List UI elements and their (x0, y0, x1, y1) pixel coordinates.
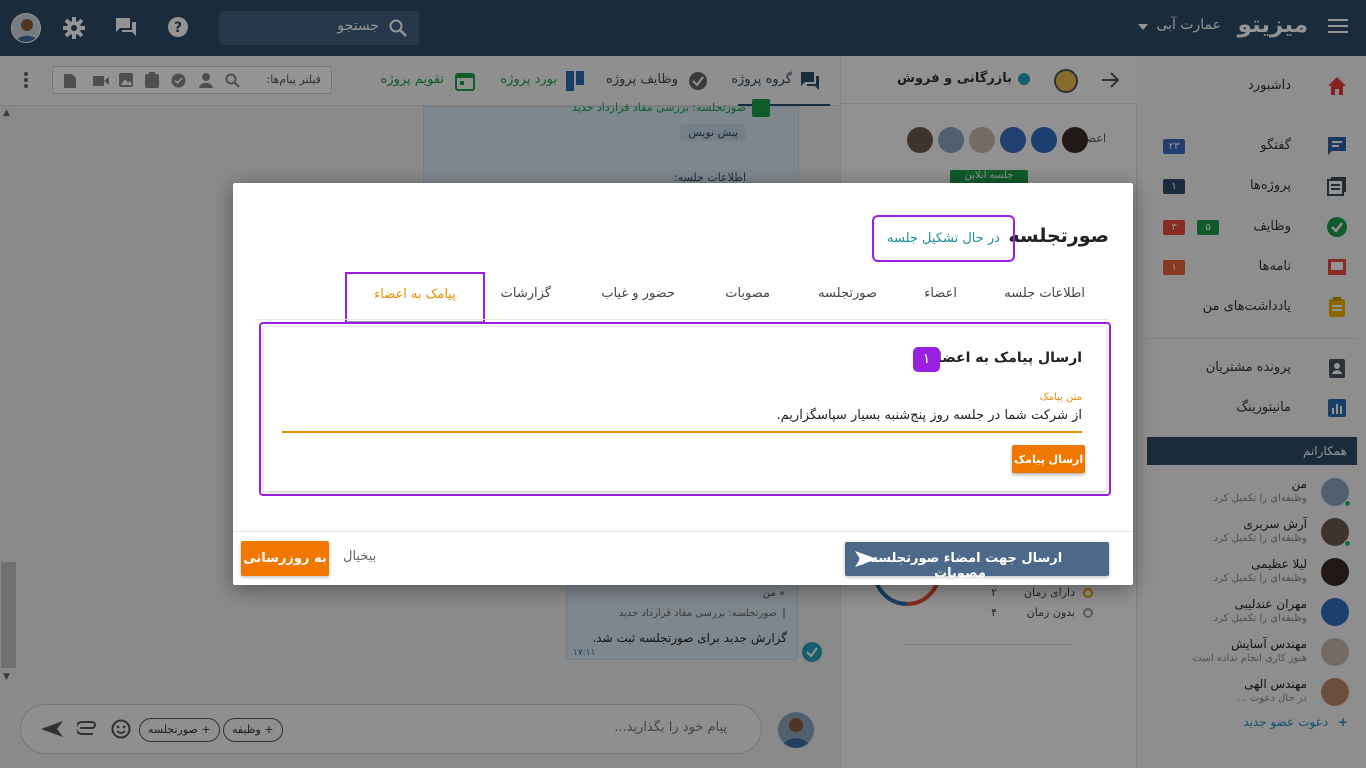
update-button[interactable]: به روزرسانی (241, 541, 329, 576)
modal-title: صورتجلسه (1008, 225, 1109, 247)
cancel-button[interactable]: بیخیال (343, 549, 376, 564)
sms-card: ارسال پیامک به اعضاء ۱ متن پیامک از شرکت… (264, 327, 1106, 491)
button-label: ارسال جهت امضاء صورتجلسه و مصوبات (857, 551, 1063, 581)
tabs-divider (257, 319, 1109, 320)
tab-label: پیامک به اعضاء (374, 287, 456, 302)
sms-field-label: متن پیامک (1039, 392, 1082, 403)
tab-reports[interactable]: گزارشات (501, 286, 551, 301)
send-icon (855, 550, 877, 568)
tab-attendance[interactable]: حضور و غیاب (601, 286, 675, 301)
minutes-modal: صورتجلسه در حال تشکیل جلسه اطلاعات جلسه … (233, 183, 1133, 585)
tab-meeting-info[interactable]: اطلاعات جلسه (1004, 286, 1085, 301)
send-sms-button[interactable]: ارسال پیامک (1012, 445, 1085, 473)
tab-sms-members[interactable]: پیامک به اعضاء (345, 272, 485, 323)
sms-text-input[interactable]: از شرکت شما در جلسه روز پنج‌شنبه بسیار س… (777, 408, 1082, 423)
section-title: ارسال پیامک به اعضاء (929, 350, 1082, 366)
tab-minutes[interactable]: صورتجلسه (818, 286, 877, 301)
input-underline (282, 431, 1082, 433)
step-number-badge: ۱ (913, 347, 940, 372)
tab-members[interactable]: اعضاء (924, 286, 957, 301)
sms-section-highlight: ارسال پیامک به اعضاء ۱ متن پیامک از شرکت… (259, 322, 1111, 496)
meeting-status-badge: در حال تشکیل جلسه (872, 215, 1015, 262)
footer-divider (233, 531, 1133, 532)
send-for-signature-button[interactable]: ارسال جهت امضاء صورتجلسه و مصوبات (845, 542, 1109, 581)
tab-resolutions[interactable]: مصوبات (725, 286, 770, 301)
